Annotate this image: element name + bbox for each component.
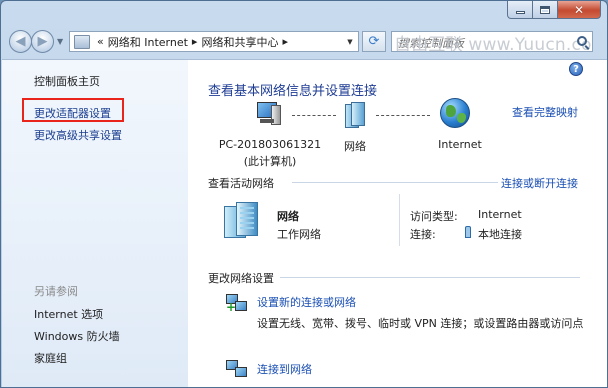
connect-to-network-link[interactable]: 连接到网络 [257,361,312,377]
access-type-label: 访问类型: [410,210,458,223]
see-also-heading: 另请参阅 [34,285,78,298]
internet-globe-icon[interactable] [440,98,470,128]
connect-disconnect-link[interactable]: 连接或断开连接 [501,175,578,191]
map-connection-line [376,115,430,116]
refresh-button[interactable]: ⟳ [362,31,386,52]
connect-network-icon [226,360,248,380]
see-also-windows-firewall[interactable]: Windows 防火墙 [34,328,120,344]
see-also-homegroup[interactable]: 家庭组 [34,350,67,366]
setup-new-connection-desc: 设置无线、宽带、拨号、临时或 VPN 连接；或设置路由器或访问点 [257,317,584,330]
page-title: 查看基本网络信息并设置连接 [208,84,378,99]
close-icon: ✕ [573,2,585,17]
connections-label: 连接: [410,228,436,241]
setup-new-connection-link[interactable]: 设置新的连接或网络 [257,294,356,310]
breadcrumb-separator[interactable]: ▸ [282,35,288,48]
sidebar-item-change-adapter-settings[interactable]: 更改适配器设置 [34,105,111,121]
window: ✕ ◀ ▶ ▼ « 网络和 Internet ▸ 网络和共享中心 ▸ ▼ ⟳ 搜… [0,0,608,388]
recent-pages-dropdown[interactable]: ▼ [57,37,63,46]
maximize-button[interactable] [533,1,558,19]
maximize-icon [540,5,550,14]
search-icon[interactable] [577,36,587,46]
vertical-divider [399,194,400,246]
view-full-map-link[interactable]: 查看完整映射 [512,104,578,120]
main-content: ? 查看基本网络信息并设置连接 查看完整映射 PC-201803061321 (… [188,59,607,387]
computer-name: PC-201803061321 [218,138,322,151]
active-networks-label: 查看活动网络 [208,177,274,190]
network-icon[interactable] [345,102,365,128]
ethernet-icon [465,226,471,238]
address-overflow[interactable]: « [97,35,104,48]
back-button[interactable]: ◀ [9,30,32,53]
computer-icon[interactable] [255,102,283,126]
local-connection-link[interactable]: 本地连接 [478,226,522,242]
help-icon[interactable]: ? [569,62,583,76]
section-divider [292,182,498,183]
watermark: 自由互联 www.Yuucn.com [394,35,593,52]
caption-buttons: ✕ [507,1,601,19]
search-box[interactable]: 搜索控制面板 自由互联 www.Yuucn.com [391,31,593,52]
close-button[interactable]: ✕ [558,1,601,19]
sidebar: 控制面板主页 更改适配器设置 更改高级共享设置 另请参阅 Internet 选项… [2,59,188,387]
change-settings-label: 更改网络设置 [208,272,274,285]
forward-button[interactable]: ▶ [31,30,54,53]
active-network-name: 网络 [277,210,299,223]
computer-sub-label: (此计算机) [243,155,297,168]
section-divider [280,277,580,278]
navigation-bar: ◀ ▶ ▼ « 网络和 Internet ▸ 网络和共享中心 ▸ ▼ ⟳ 搜索控… [9,29,605,55]
access-type-value: Internet [478,208,522,221]
control-panel-icon [74,34,90,49]
internet-label: Internet [438,138,482,151]
map-connection-line [292,115,336,116]
breadcrumb-separator[interactable]: ▸ [192,35,198,48]
new-connection-icon: + [226,294,248,314]
refresh-icon: ⟳ [368,34,380,49]
sidebar-control-panel-home[interactable]: 控制面板主页 [34,73,100,89]
minimize-icon [515,11,525,14]
see-also-internet-options[interactable]: Internet 选项 [34,306,103,322]
forward-arrow-icon: ▶ [37,34,48,49]
sidebar-item-advanced-sharing[interactable]: 更改高级共享设置 [34,127,122,143]
breadcrumb-network-internet[interactable]: 网络和 Internet [108,34,188,50]
breadcrumb-sharing-center[interactable]: 网络和共享中心 [201,34,278,50]
address-dropdown-icon[interactable]: ▼ [342,32,358,51]
active-network-icon[interactable] [224,202,260,238]
minimize-button[interactable] [507,1,533,19]
address-bar[interactable]: « 网络和 Internet ▸ 网络和共享中心 ▸ ▼ [69,31,359,52]
network-label: 网络 [344,140,366,153]
network-type-link[interactable]: 工作网络 [277,226,321,242]
back-arrow-icon: ◀ [15,34,26,49]
computer-label: PC-201803061321 (此计算机) [211,138,329,169]
